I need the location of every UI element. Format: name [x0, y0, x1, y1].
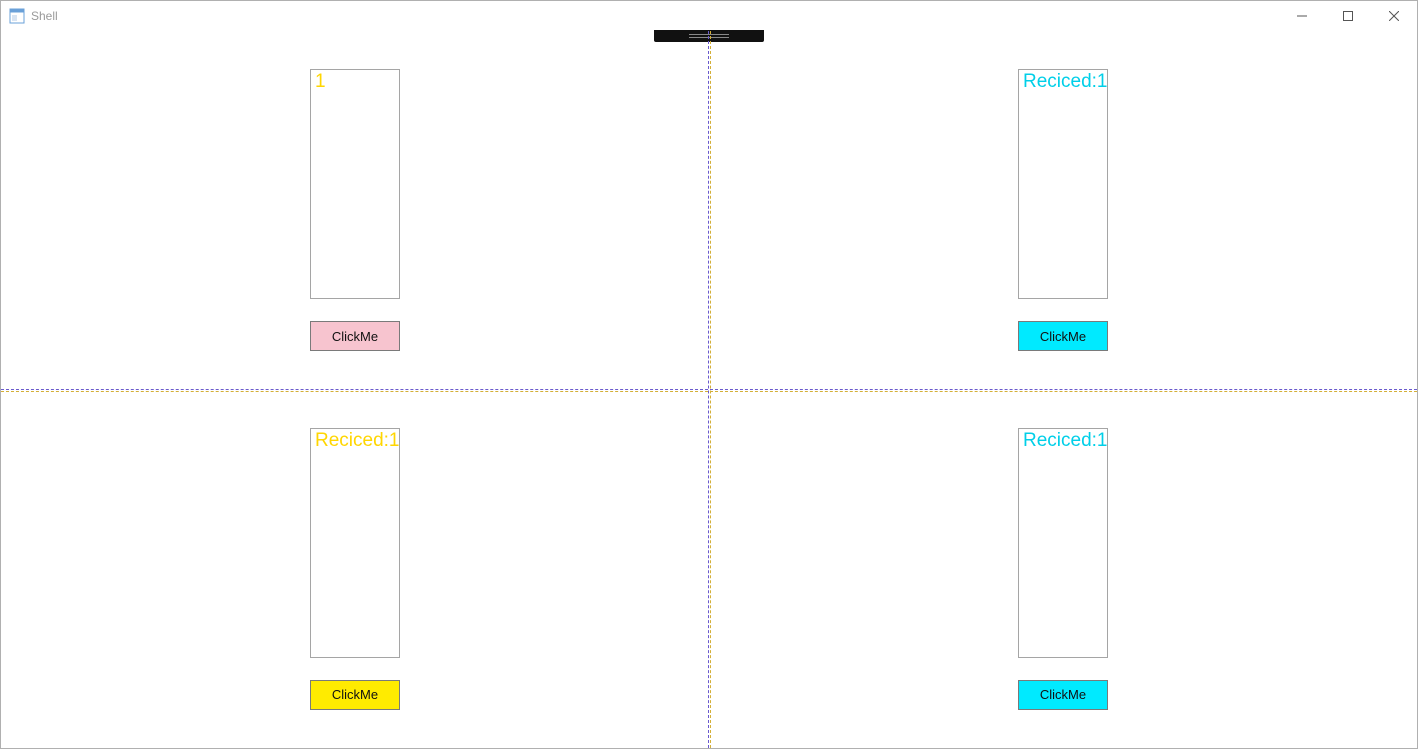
- quadrant-top-left: 1 ClickMe: [1, 31, 709, 390]
- window: Shell 1 ClickMe: [0, 0, 1418, 749]
- quadrant-bottom-right: Reciced:1 ClickMe: [709, 390, 1417, 749]
- minimize-button[interactable]: [1279, 1, 1325, 31]
- output-panel: Reciced:1: [1018, 428, 1108, 658]
- clickme-button[interactable]: ClickMe: [1018, 680, 1108, 710]
- widget: Reciced:1 ClickMe: [1018, 69, 1108, 351]
- widget: Reciced:1 ClickMe: [1018, 428, 1108, 710]
- maximize-button[interactable]: [1325, 1, 1371, 31]
- window-title: Shell: [31, 9, 58, 23]
- app-icon: [9, 8, 25, 24]
- output-panel: Reciced:1: [310, 428, 400, 658]
- clickme-button[interactable]: ClickMe: [1018, 321, 1108, 351]
- quadrant-top-right: Reciced:1 ClickMe: [709, 31, 1417, 390]
- client-area: 1 ClickMe Reciced:1 ClickMe Reciced:1 Cl…: [1, 31, 1417, 748]
- titlebar-left: Shell: [1, 8, 58, 24]
- close-button[interactable]: [1371, 1, 1417, 31]
- widget: 1 ClickMe: [310, 69, 400, 351]
- quadrant-bottom-left: Reciced:1 ClickMe: [1, 390, 709, 749]
- titlebar: Shell: [1, 1, 1417, 31]
- clickme-button[interactable]: ClickMe: [310, 680, 400, 710]
- output-panel: 1: [310, 69, 400, 299]
- output-panel: Reciced:1: [1018, 69, 1108, 299]
- clickme-button[interactable]: ClickMe: [310, 321, 400, 351]
- quadrant-grid: 1 ClickMe Reciced:1 ClickMe Reciced:1 Cl…: [1, 31, 1417, 748]
- window-controls: [1279, 1, 1417, 31]
- widget: Reciced:1 ClickMe: [310, 428, 400, 710]
